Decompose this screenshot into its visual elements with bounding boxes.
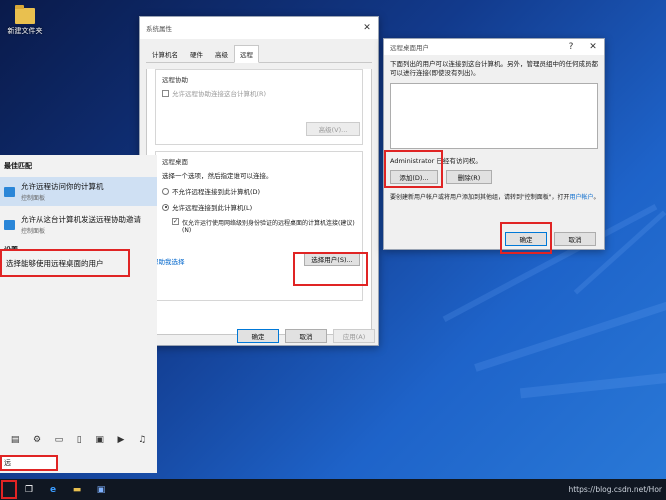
remote-assistance-title: 远程协助 xyxy=(162,76,188,84)
rd-users-title: 远程桌面用户 xyxy=(390,44,429,52)
taskbar: ❐ e ▬ ▣ xyxy=(0,479,666,500)
settings-filter-icon[interactable]: ⚙ xyxy=(33,435,41,445)
system-properties-window: 系统属性 ✕ 计算机名 硬件 高级 远程 远程协助 允许远程协助连接这台计算机(… xyxy=(139,16,379,346)
desktop-folder-label: 新建文件夹 xyxy=(7,27,43,35)
nla-checkbox[interactable]: ✓ xyxy=(172,218,179,225)
apply-button[interactable]: 应用(A) xyxy=(333,329,375,343)
cancel-button[interactable]: 取消 xyxy=(285,329,327,343)
radio-deny-label: 不允许远程连接到此计算机(D) xyxy=(172,188,261,196)
watermark: https://blog.csdn.net/Hor xyxy=(568,485,662,494)
desktop-folder-icon[interactable]: 新建文件夹 xyxy=(2,4,48,36)
video-filter-icon[interactable]: ▶ xyxy=(118,435,125,445)
tab-advanced[interactable]: 高级 xyxy=(209,45,234,63)
tab-hardware[interactable]: 硬件 xyxy=(184,45,209,63)
result-title: 允许从这台计算机发送远程协助邀请 xyxy=(21,215,141,224)
close-icon[interactable]: ✕ xyxy=(356,17,378,39)
folder-icon xyxy=(15,5,35,24)
remove-user-button[interactable]: 删除(R) xyxy=(446,170,492,184)
remote-tab-body: 远程协助 允许远程协助连接这台计算机(R) 高级(V)... 远程桌面 选择一个… xyxy=(146,69,372,335)
file-explorer-icon[interactable]: ▬ xyxy=(65,479,89,500)
control-panel-icon xyxy=(4,186,15,197)
close-icon[interactable]: ✕ xyxy=(582,39,604,55)
user-accounts-link[interactable]: 用户帐户 xyxy=(570,194,594,201)
allow-assistance-checkbox[interactable] xyxy=(162,89,169,97)
rd-users-footer-end: 。 xyxy=(593,194,600,201)
rd-users-footer: 要创建新用户帐户或将用户添加到其他组，请转到"控制面板"，打开用户帐户。 xyxy=(390,194,600,202)
radio-allow-label: 允许远程连接到此计算机(L) xyxy=(172,204,253,212)
setting-select-rd-users[interactable]: 选择能够使用远程桌面的用户 xyxy=(0,249,130,277)
system-properties-titlebar: 系统属性 ✕ xyxy=(140,17,378,39)
tab-remote[interactable]: 远程 xyxy=(234,45,259,63)
remote-desktop-users-dialog: 远程桌面用户 ? ✕ 下面列出的用户可以连接到这台计算机。另外，管理员组中的任何… xyxy=(383,38,605,250)
nla-label-suffix: (N) xyxy=(182,227,192,234)
radio-deny[interactable] xyxy=(162,187,169,195)
rd-users-description: 下面列出的用户可以连接到这台计算机。另外，管理员组中的任何成员都可以进行连接(即… xyxy=(390,60,598,77)
highlight-rd-ok-button xyxy=(500,222,552,254)
allow-assistance-label: 允许远程协助连接这台计算机(R) xyxy=(172,90,267,98)
rd-users-list[interactable] xyxy=(390,83,598,149)
result-allow-remote-access[interactable]: 允许远程访问你的计算机 控制面板 xyxy=(0,177,157,206)
remote-desktop-hint: 选择一个选项，然后指定谁可以连接。 xyxy=(162,172,273,180)
rd-users-titlebar: 远程桌面用户 ? ✕ xyxy=(384,39,604,55)
remote-desktop-title: 远程桌面 xyxy=(162,158,188,166)
result-remote-assistance-invite[interactable]: 允许从这台计算机发送远程协助邀请 控制面板 xyxy=(0,210,157,239)
highlight-add-button xyxy=(384,150,443,188)
tab-strip: 计算机名 硬件 高级 远程 xyxy=(146,45,372,63)
rd-users-footer-text: 要创建新用户帐户或将用户添加到其他组，请转到"控制面板"，打开 xyxy=(390,194,570,201)
edge-icon[interactable]: e xyxy=(41,479,65,500)
folders-filter-icon[interactable]: ▭ xyxy=(55,435,64,445)
server-manager-icon[interactable]: ▣ xyxy=(89,479,113,500)
start-menu: 最佳匹配 允许远程访问你的计算机 控制面板 允许从这台计算机发送远程协助邀请 控… xyxy=(0,155,157,473)
tab-computer-name[interactable]: 计算机名 xyxy=(146,45,184,63)
assist-advanced-button[interactable]: 高级(V)... xyxy=(306,122,360,136)
result-subtitle: 控制面板 xyxy=(21,195,46,202)
rd-cancel-button[interactable]: 取消 xyxy=(554,232,596,246)
docs-filter-icon[interactable]: ▯ xyxy=(77,435,82,445)
result-subtitle: 控制面板 xyxy=(21,228,46,235)
setting-label: 选择能够使用远程桌面的用户 xyxy=(6,258,104,268)
radio-allow[interactable] xyxy=(162,203,169,211)
photos-filter-icon[interactable]: ▣ xyxy=(95,435,104,445)
documents-filter-icon[interactable]: ▤ xyxy=(11,435,20,445)
search-filter-bar: ▤ ⚙ ▭ ▯ ▣ ▶ ♫ xyxy=(0,435,157,445)
result-title: 允许远程访问你的计算机 xyxy=(21,182,104,191)
remote-assistance-group: 远程协助 允许远程协助连接这台计算机(R) 高级(V)... xyxy=(155,69,363,145)
highlight-select-users xyxy=(293,252,368,286)
task-view-icon[interactable]: ❐ xyxy=(17,479,41,500)
search-input[interactable]: 远 xyxy=(0,455,58,471)
help-icon[interactable]: ? xyxy=(560,39,582,55)
start-button[interactable] xyxy=(1,480,17,499)
nla-label: 仅允许运行使用网络级别身份验证的远程桌面的计算机连接(建议) xyxy=(182,220,355,227)
control-panel-icon xyxy=(4,219,15,230)
music-filter-icon[interactable]: ♫ xyxy=(138,435,146,445)
ok-button[interactable]: 确定 xyxy=(237,329,279,343)
best-match-heading: 最佳匹配 xyxy=(4,162,32,170)
window-title: 系统属性 xyxy=(146,25,172,33)
